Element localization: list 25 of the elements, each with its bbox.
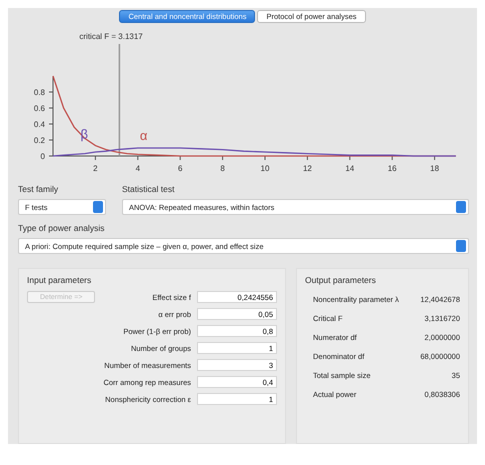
y-tick-label: 0 [40,152,45,161]
y-tick-label: 0.2 [34,136,45,145]
x-tick-label: 10 [260,164,270,173]
field-label: Type of power analysis [18,223,106,233]
x-tick-label: 12 [302,164,312,173]
stepper-icon [93,201,103,213]
panel-title: Output parameters [305,275,377,285]
y-tick-label: 0.6 [34,104,45,113]
x-tick-label: 14 [345,164,354,173]
alpha-label: α [140,128,148,143]
x-tick-label: 18 [430,164,440,173]
x-tick-label: 8 [220,164,225,173]
critical-label: critical F = 3.1317 [79,32,143,41]
x-tick-label: 4 [136,164,140,173]
x-tick-label: 6 [178,164,182,173]
field-label: Test family [18,184,60,194]
stepper-icon [456,240,466,252]
x-tick-label: 2 [93,164,98,173]
beta-label: β [80,126,88,142]
x-tick-label: 16 [388,164,397,173]
field-label: Statistical test [122,184,176,194]
y-tick-label: 0.4 [34,120,45,129]
y-tick-label: 0.8 [34,88,45,97]
panel-title: Input parameters [27,275,92,285]
stepper-icon [456,201,466,213]
